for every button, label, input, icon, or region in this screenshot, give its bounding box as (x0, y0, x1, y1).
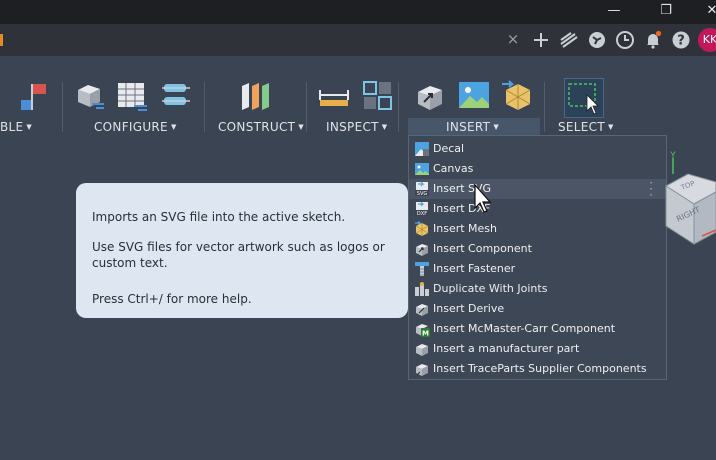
select-tool-button[interactable] (564, 78, 604, 118)
canvas-image-icon[interactable] (458, 80, 490, 112)
insert-mesh-icon[interactable] (502, 80, 534, 112)
menu-item-insert-manufacturer-part[interactable]: Insert a manufacturer part (409, 339, 666, 359)
ribbon-group-create[interactable]: BLE ▼ (0, 120, 32, 134)
menu-item-decal[interactable]: Decal (409, 139, 666, 159)
more-options-icon[interactable]: · · · (647, 177, 655, 201)
decal-icon (415, 142, 429, 156)
dxf-icon: DXF (415, 201, 429, 217)
flag-icon[interactable] (20, 80, 52, 112)
help-icon[interactable]: ? (670, 29, 692, 51)
viewcube[interactable]: Y TOP RIGHT (658, 150, 716, 260)
menu-item-insert-derive[interactable]: Insert Derive (409, 299, 666, 319)
menu-item-insert-fastener[interactable]: Insert Fastener (409, 259, 666, 279)
interference-icon[interactable] (362, 80, 394, 112)
mcmaster-icon: M (416, 324, 430, 338)
tooltip-usage: Use SVG files for vector artwork such as… (92, 240, 385, 270)
traceparts-icon (416, 364, 428, 376)
ribbon-group-configure[interactable]: CONFIGURE ▼ (94, 120, 177, 134)
configure-box-icon[interactable] (74, 80, 106, 112)
insert-svg-tooltip: Imports an SVG file into the active sket… (76, 183, 408, 318)
job-status-icon[interactable] (614, 29, 636, 51)
measure-icon[interactable] (318, 80, 350, 112)
menu-item-insert-traceparts[interactable]: Insert TraceParts Supplier Components (409, 359, 666, 379)
configure-rule-icon[interactable] (160, 80, 192, 112)
plus-icon[interactable] (530, 29, 552, 51)
menu-item-insert-mcmaster-carr[interactable]: M Insert McMaster-Carr Component (409, 319, 666, 339)
menu-item-insert-dxf[interactable]: DXF Insert DXF (409, 199, 666, 219)
configuration-table-icon[interactable] (116, 80, 148, 112)
tooltip-help-hint: Press Ctrl+/ for more help. (92, 292, 252, 306)
ribbon-group-construct[interactable]: CONSTRUCT ▼ (218, 120, 304, 134)
user-avatar[interactable]: KK (698, 28, 716, 52)
menu-item-insert-mesh[interactable]: Insert Mesh (409, 219, 666, 239)
ribbon-group-insert[interactable]: INSERT ▼ (446, 120, 499, 134)
svg-text:?: ? (677, 34, 685, 49)
close-window-button[interactable]: ✕ (694, 0, 716, 22)
ribbon-divider (306, 82, 307, 132)
menu-item-duplicate-with-joints[interactable]: Duplicate With Joints (409, 279, 666, 299)
duplicate-joints-icon (415, 282, 429, 296)
menu-item-insert-svg[interactable]: SVG Insert SVG · · · (409, 177, 666, 201)
ribbon-divider (398, 82, 399, 132)
toolbar-ribbon: BLE▼ CONFIGURE▼ CONSTRUCT▼ INSPECT▼ (0, 56, 716, 138)
svg-text:DXF: DXF (417, 211, 427, 217)
document-tab-bar: × ? KK (0, 24, 716, 56)
data-panel-icon[interactable] (558, 29, 580, 51)
canvas-icon (415, 163, 429, 175)
mesh-icon (415, 221, 429, 236)
ribbon-divider (62, 82, 63, 132)
create-tool-icon[interactable] (0, 80, 18, 112)
window-select-icon (568, 83, 599, 115)
insert-derive-icon[interactable] (414, 80, 446, 112)
svg-icon: SVG (415, 181, 429, 197)
notifications-icon[interactable] (642, 29, 664, 51)
insert-dropdown-menu: Decal Canvas SVG Insert SVG · · · DXF Inse… (408, 135, 667, 380)
component-icon (416, 244, 428, 256)
minimize-button[interactable]: — (596, 0, 632, 22)
ribbon-divider (544, 82, 545, 132)
document-tab-indicator (0, 34, 3, 46)
svg-text:M: M (422, 330, 429, 338)
tooltip-description: Imports an SVG file into the active sket… (92, 210, 346, 224)
derive-icon (416, 304, 428, 316)
menu-item-canvas[interactable]: Canvas (409, 159, 666, 179)
y-axis-label: Y (669, 151, 676, 161)
svg-text:SVG: SVG (417, 191, 428, 197)
maximize-button[interactable]: ❐ (648, 0, 684, 22)
manufacturer-part-icon (416, 344, 428, 356)
fastener-icon (415, 262, 429, 276)
ribbon-group-select[interactable]: SELECT ▼ (558, 120, 614, 134)
ribbon-group-inspect[interactable]: INSPECT ▼ (326, 120, 387, 134)
close-tab-button[interactable]: × (505, 30, 521, 48)
menu-item-insert-component[interactable]: Insert Component (409, 239, 666, 259)
window-title-bar: — ❐ ✕ (0, 0, 716, 24)
ribbon-divider (204, 82, 205, 132)
offset-plane-icon[interactable] (240, 80, 272, 112)
extensions-icon[interactable] (586, 29, 608, 51)
mouse-cursor-icon (474, 184, 492, 213)
